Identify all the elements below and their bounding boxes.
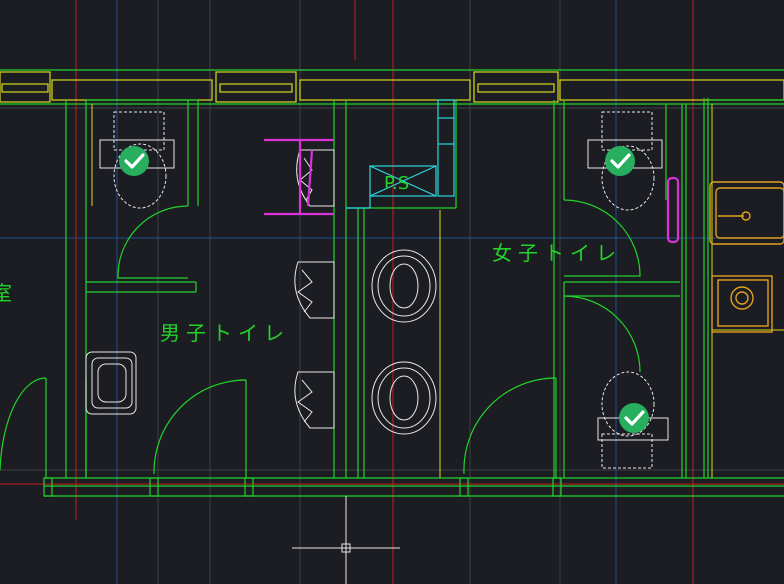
- check-badge-womens-toilet-bottom[interactable]: [619, 403, 649, 433]
- cad-floor-plan: 男子トイレ 女子トイレ P.S 室: [0, 0, 784, 584]
- check-badge-womens-toilet-top[interactable]: [605, 146, 635, 176]
- mens-room-label: 男子トイレ: [160, 321, 290, 345]
- check-badge-mens-toilet[interactable]: [119, 146, 149, 176]
- womens-room-label: 女子トイレ: [492, 241, 622, 265]
- pipe-space-label: P.S: [384, 173, 409, 194]
- left-room-label: 室: [0, 281, 12, 305]
